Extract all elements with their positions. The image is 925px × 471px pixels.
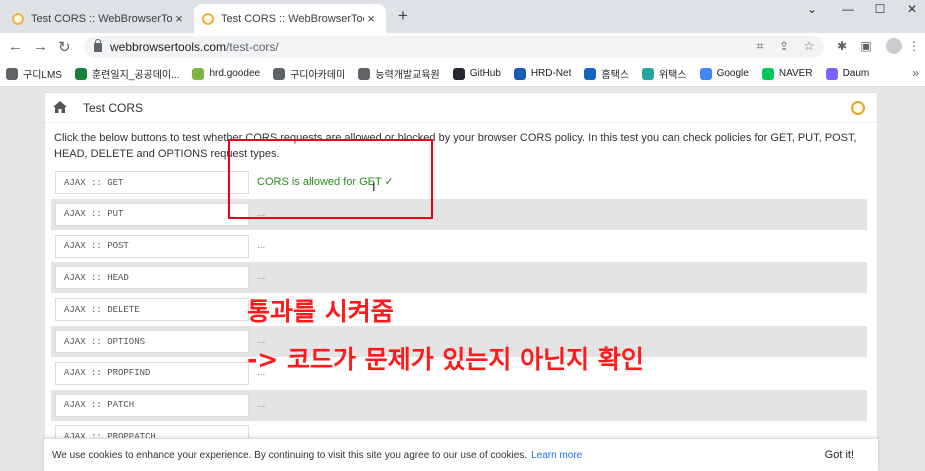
lock-icon <box>94 38 102 52</box>
url-host: webbrowsertools.com <box>110 40 227 54</box>
bookmark-favicon-icon <box>699 67 712 80</box>
bookmark-favicon-icon <box>358 67 371 80</box>
cors-test-card: Test CORS Click the below buttons to tes… <box>44 92 878 471</box>
ajax-test-button[interactable]: AJAX :: PUT <box>55 202 249 226</box>
ajax-test-button[interactable]: AJAX :: HEAD <box>55 266 249 290</box>
annotation-line-1: 통과를 시켜줌 <box>247 297 394 326</box>
bookmark-favicon-icon <box>513 67 526 80</box>
bookmark-item[interactable]: Daum <box>825 67 870 80</box>
back-button[interactable]: ← <box>8 38 23 55</box>
bookmark-item[interactable]: 훈련일지_공공데이... <box>74 66 180 81</box>
browser-menu-icon[interactable]: ⋮ <box>906 39 922 53</box>
test-result: ... <box>257 398 266 410</box>
bookmark-label: HRD-Net <box>530 68 572 79</box>
bookmark-item[interactable]: 구디아카데미 <box>273 66 345 81</box>
bookmark-label: 구디LMS <box>23 70 62 81</box>
test-row: AJAX :: POST... <box>51 231 867 262</box>
reload-button[interactable]: ↻ <box>58 38 71 56</box>
browser-tab-active[interactable]: Test CORS :: WebBrowserTools × <box>194 4 386 33</box>
bookmark-item[interactable]: GitHub <box>452 67 501 80</box>
bookmark-favicon-icon <box>452 67 465 80</box>
bookmark-star-icon[interactable]: ☆ <box>801 39 817 53</box>
window-close-button[interactable]: ✕ <box>894 0 925 20</box>
test-row: AJAX :: PATCH... <box>51 389 867 421</box>
site-logo-icon[interactable] <box>851 101 865 115</box>
address-bar[interactable]: webbrowsertools.com/test-cors/ <box>84 36 824 58</box>
ajax-test-button[interactable]: AJAX :: DELETE <box>55 298 249 322</box>
highlight-box <box>228 139 433 219</box>
bookmark-favicon-icon <box>761 67 774 80</box>
home-icon[interactable] <box>53 101 67 113</box>
test-row: AJAX :: GET CORS is allowed for GET ✓ <box>51 167 867 198</box>
page-description: Click the below buttons to test whether … <box>54 132 857 160</box>
bookmark-favicon-icon <box>273 67 286 80</box>
bookmark-label: 능력개발교육원 <box>375 70 440 81</box>
maximize-button[interactable]: ☐ <box>862 0 898 20</box>
tab-strip: Test CORS :: WebBrowserTools × Test CORS… <box>0 0 925 33</box>
profile-avatar[interactable] <box>886 38 902 54</box>
ajax-test-button[interactable]: AJAX :: PATCH <box>55 393 249 417</box>
bookmarks-bar: 구디LMS 훈련일지_공공데이... hrd.goodee 구디아카데미 능력개발교육원… <box>0 61 925 87</box>
test-result: ... <box>257 239 266 251</box>
page-title: Test CORS <box>83 101 144 115</box>
annotation-line-2: -> 코드가 문제가 있는지 아닌지 확인 <box>247 345 644 374</box>
tab-close-icon[interactable]: × <box>364 11 378 26</box>
bookmark-label: 위택스 <box>658 70 687 81</box>
bookmark-label: 홈택스 <box>601 70 629 81</box>
text-cursor-icon: I <box>372 179 376 194</box>
cookie-banner: We use cookies to enhance your experienc… <box>44 438 878 471</box>
share-icon[interactable]: ⇪ <box>776 39 792 53</box>
translate-icon[interactable]: ⌗ <box>752 39 768 54</box>
browser-tab[interactable]: Test CORS :: WebBrowserTools × <box>4 4 194 33</box>
tab-close-icon[interactable]: × <box>172 11 186 26</box>
ajax-test-button[interactable]: AJAX :: OPTIONS <box>55 330 249 353</box>
bookmark-label: NAVER <box>778 68 813 79</box>
bookmark-favicon-icon <box>825 67 838 80</box>
ajax-test-button[interactable]: AJAX :: PROPFIND <box>55 361 249 385</box>
got-it-button[interactable]: Got it! <box>825 449 854 461</box>
bookmark-item[interactable]: 홈택스 <box>584 66 629 81</box>
forward-button[interactable]: → <box>33 38 48 55</box>
bookmark-label: Google <box>716 68 749 79</box>
tab-title: Test CORS :: WebBrowserTools <box>221 12 364 25</box>
bookmark-label: Daum <box>842 68 870 79</box>
bookmark-label: GitHub <box>469 68 501 79</box>
cookie-text: We use cookies to enhance your experienc… <box>52 449 528 461</box>
test-row: AJAX :: HEAD... <box>51 262 867 294</box>
bookmark-favicon-icon <box>584 67 597 80</box>
bookmark-favicon-icon <box>74 67 87 80</box>
page-viewport: Test CORS Click the below buttons to tes… <box>0 87 925 471</box>
extensions-icon[interactable]: ✱ <box>834 39 850 53</box>
test-row: AJAX :: PUT... <box>51 198 867 230</box>
side-panel-icon[interactable]: ▣ <box>858 39 874 53</box>
site-favicon-icon <box>12 12 24 25</box>
ajax-test-button[interactable]: AJAX :: POST <box>55 234 249 258</box>
bookmark-item[interactable]: 능력개발교육원 <box>358 66 440 81</box>
new-tab-button[interactable]: + <box>394 6 412 26</box>
browser-toolbar: ← → ↻ webbrowsertools.com/test-cors/ ⌗ ⇪… <box>0 33 925 61</box>
bookmark-favicon-icon <box>192 67 205 80</box>
site-favicon-icon <box>202 12 214 25</box>
minimize-button[interactable]: — <box>830 0 866 20</box>
card-header: Test CORS <box>45 93 877 123</box>
bookmark-label: 구디아카데미 <box>290 70 346 81</box>
bookmark-item[interactable]: 위택스 <box>641 66 687 81</box>
bookmarks-overflow-icon[interactable]: » <box>912 66 919 80</box>
bookmark-item[interactable]: HRD-Net <box>513 67 572 80</box>
bookmark-item[interactable]: hrd.goodee <box>192 67 261 80</box>
test-result: ... <box>257 271 266 283</box>
test-row: AJAX :: DELETE... <box>51 294 867 325</box>
bookmark-label: hrd.goodee <box>209 68 261 79</box>
learn-more-link[interactable]: Learn more <box>531 450 582 461</box>
bookmark-favicon-icon <box>641 67 654 80</box>
bookmark-item[interactable]: NAVER <box>761 67 813 80</box>
url-path: /test-cors/ <box>226 40 279 54</box>
bookmark-item[interactable]: 구디LMS <box>6 66 62 81</box>
ajax-test-button[interactable]: AJAX :: GET <box>55 171 249 194</box>
tab-search-chevron-icon[interactable]: ⌄ <box>794 0 830 20</box>
tab-title: Test CORS :: WebBrowserTools <box>31 12 172 25</box>
bookmark-favicon-icon <box>6 67 18 80</box>
bookmark-item[interactable]: Google <box>699 67 749 80</box>
bookmark-label: 훈련일지_공공데이... <box>91 70 180 81</box>
